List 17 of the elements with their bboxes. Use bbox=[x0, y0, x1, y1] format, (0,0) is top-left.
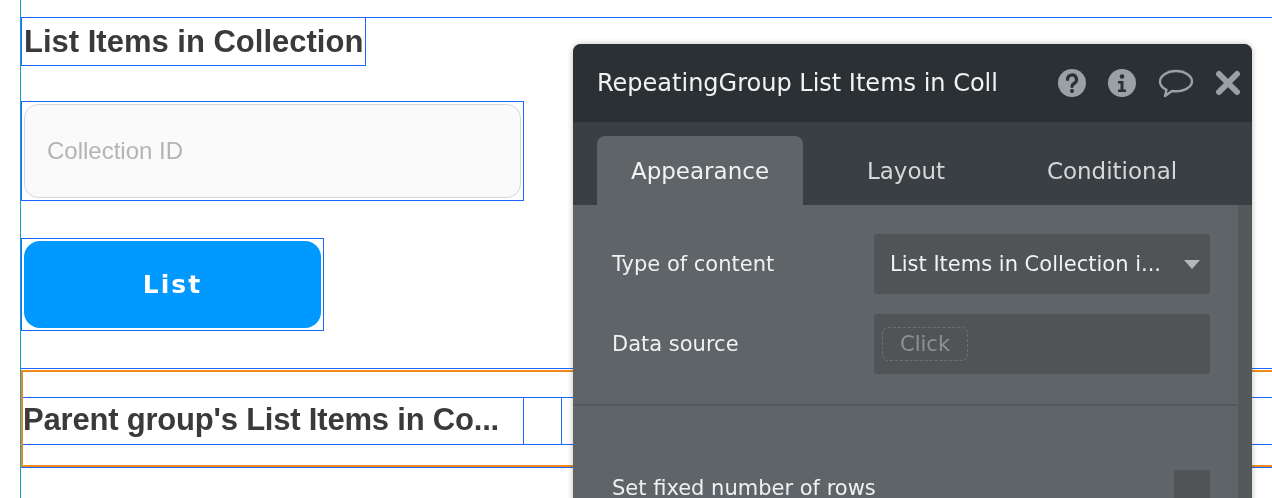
panel-tab[interactable]: Layout bbox=[803, 136, 1009, 205]
info-icon[interactable] bbox=[1107, 68, 1137, 98]
content-type-dropdown[interactable]: List Items in Collection i... bbox=[874, 234, 1210, 294]
panel-title: RepeatingGroup List Items in Coll bbox=[597, 69, 999, 97]
help-icon[interactable] bbox=[1057, 68, 1087, 98]
field-label: Type of content bbox=[612, 252, 775, 276]
option-label: Set fixed number of rows bbox=[612, 476, 876, 498]
caret-icon bbox=[1184, 259, 1200, 269]
input-field[interactable]: Collection ID bbox=[24, 104, 521, 198]
comment-icon[interactable] bbox=[1157, 68, 1195, 98]
panel-tab[interactable]: Appearance bbox=[597, 136, 803, 205]
scrollbar[interactable] bbox=[1238, 205, 1252, 498]
field-label: Data source bbox=[612, 332, 739, 356]
group-cell-text: Parent group's List Items in Co... bbox=[23, 398, 524, 444]
panel-tab[interactable]: Conditional bbox=[1009, 136, 1215, 205]
heading: List Items in Collection bbox=[21, 18, 367, 66]
close-icon[interactable] bbox=[1215, 70, 1241, 96]
